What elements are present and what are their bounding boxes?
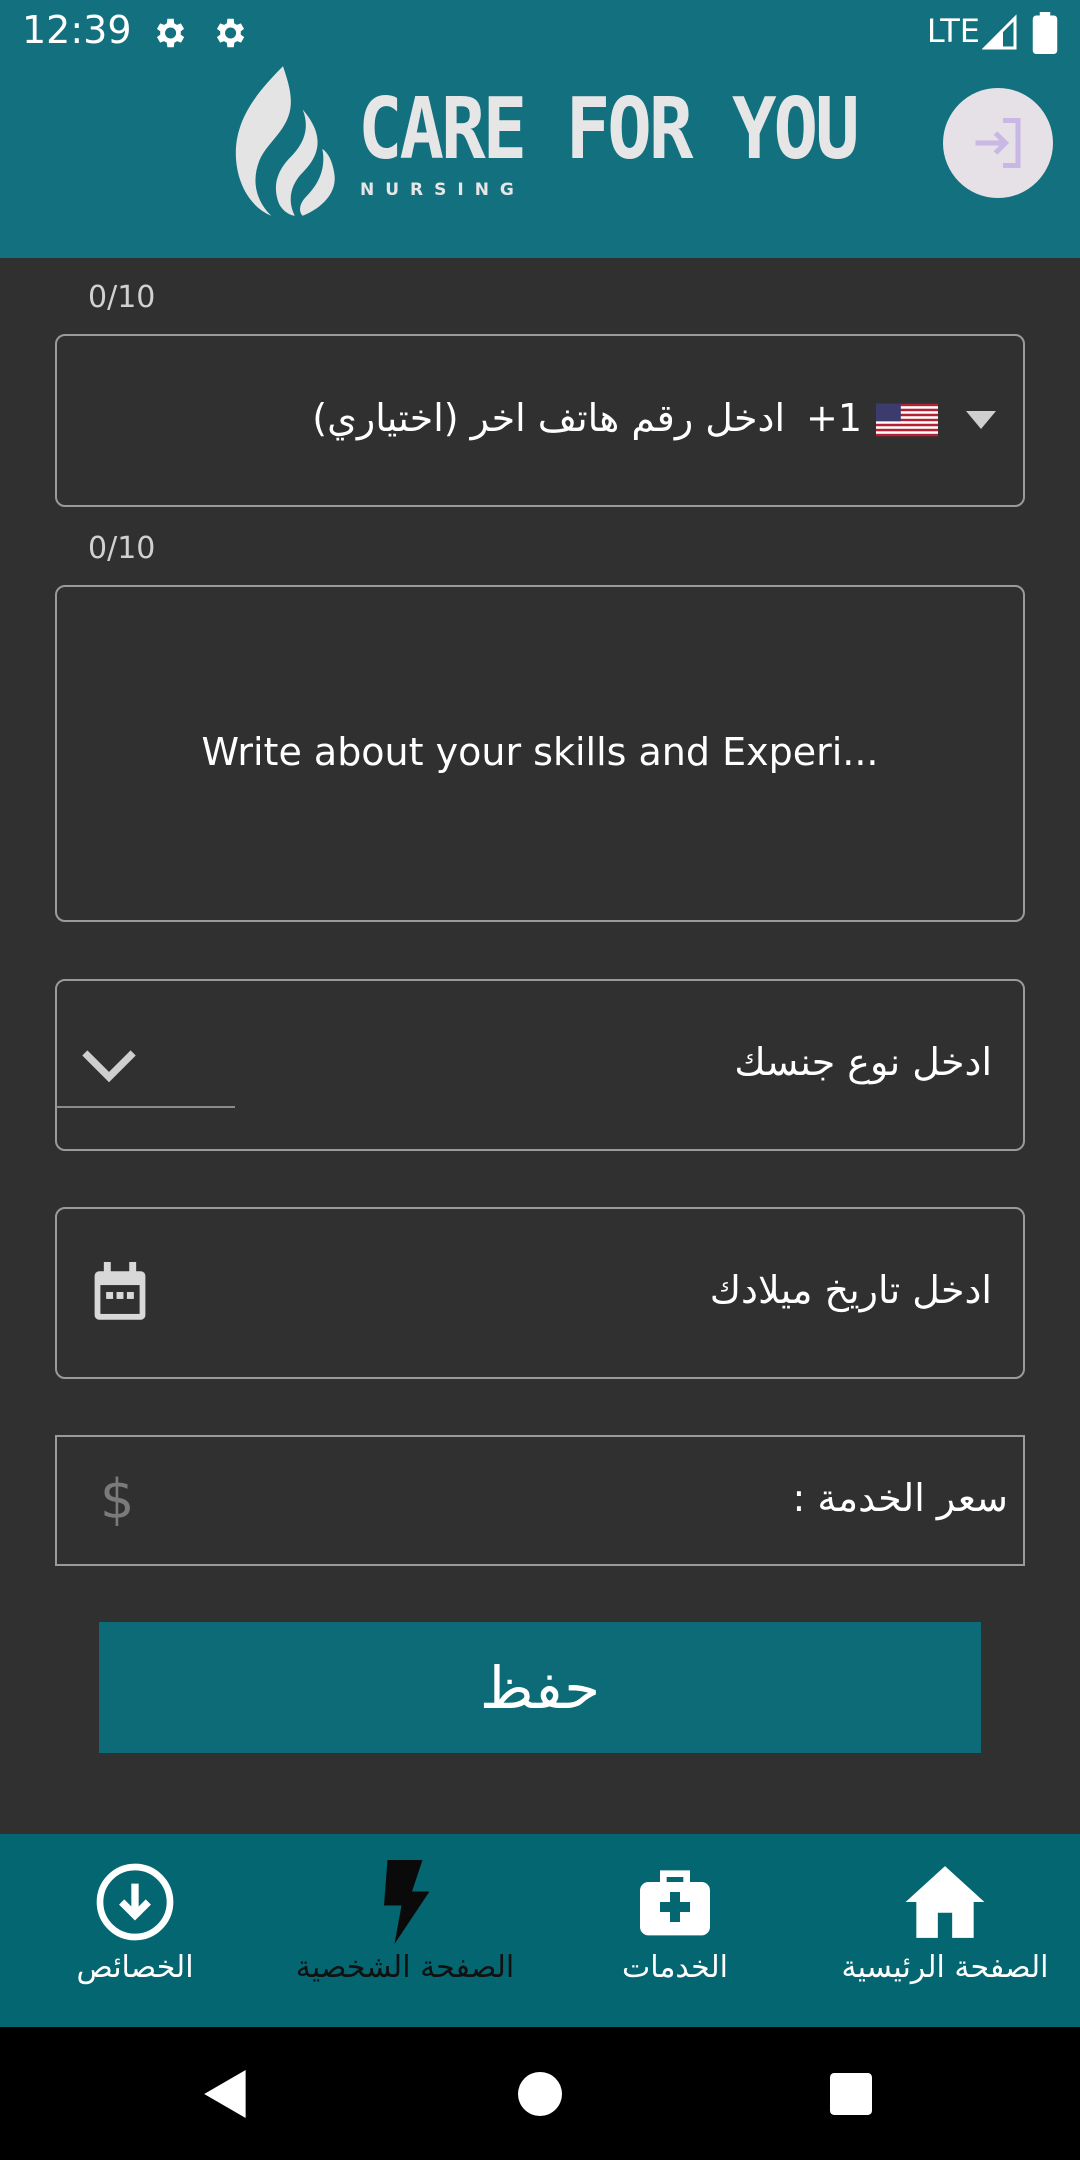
signal-icon (982, 14, 1017, 50)
download-circle-icon (96, 1863, 174, 1941)
chevron-down-icon[interactable] (80, 1045, 138, 1085)
home-icon (905, 1866, 985, 1938)
medical-kit-icon (640, 1870, 710, 1936)
about-placeholder: Write about your skills and Experi... (201, 730, 879, 774)
logo-title: CARE FOR YOU (358, 80, 860, 179)
price-label: سعر الخدمة : (792, 1476, 1008, 1520)
calendar-icon[interactable] (92, 1262, 148, 1322)
phone-country-code: +1 (806, 396, 863, 440)
status-time: 12:39 (22, 8, 132, 52)
battery-icon (1032, 12, 1058, 54)
dollar-icon: $ (100, 1468, 135, 1531)
nav-label-profile: الصفحة الشخصية (295, 1950, 515, 1985)
lightning-icon (384, 1860, 430, 1944)
settings-gear-icon (156, 18, 185, 48)
nav-label-home: الصفحة الرئيسية (841, 1950, 1049, 1985)
nav-item-profile[interactable]: الصفحة الشخصية (270, 1834, 540, 2027)
nav-label-services: الخدمات (621, 1950, 729, 1985)
home-circle-icon[interactable] (518, 2072, 562, 2116)
nav-item-features[interactable]: الخصائص (0, 1834, 270, 2027)
back-icon[interactable] (204, 2070, 248, 2118)
login-button[interactable] (943, 88, 1053, 198)
us-flag-icon[interactable] (876, 398, 938, 442)
save-button[interactable]: حفظ (99, 1622, 981, 1753)
country-dropdown-icon[interactable] (966, 410, 996, 430)
network-type: LTE (926, 12, 980, 50)
about-char-counter: 0/10 (88, 531, 156, 566)
nav-label-features: الخصائص (76, 1950, 194, 1985)
nav-item-services[interactable]: الخدمات (540, 1834, 810, 2027)
logo-flame-icon (235, 66, 335, 216)
nav-item-home[interactable]: الصفحة الرئيسية (810, 1834, 1080, 2027)
phone-input[interactable]: ادخل رقم هاتف اخر (اختياري) (240, 396, 785, 440)
login-icon (975, 118, 1021, 168)
dropdown-underline (57, 1106, 235, 1108)
phone-char-counter: 0/10 (88, 280, 156, 315)
settings-gear-icon (216, 18, 245, 48)
gender-placeholder: ادخل نوع جنسك (734, 1040, 992, 1084)
save-label: حفظ (479, 1653, 601, 1722)
birthdate-placeholder: ادخل تاريخ ميلادك (709, 1268, 992, 1312)
logo-subtitle: NURSING (360, 180, 525, 200)
recents-icon[interactable] (830, 2073, 872, 2115)
